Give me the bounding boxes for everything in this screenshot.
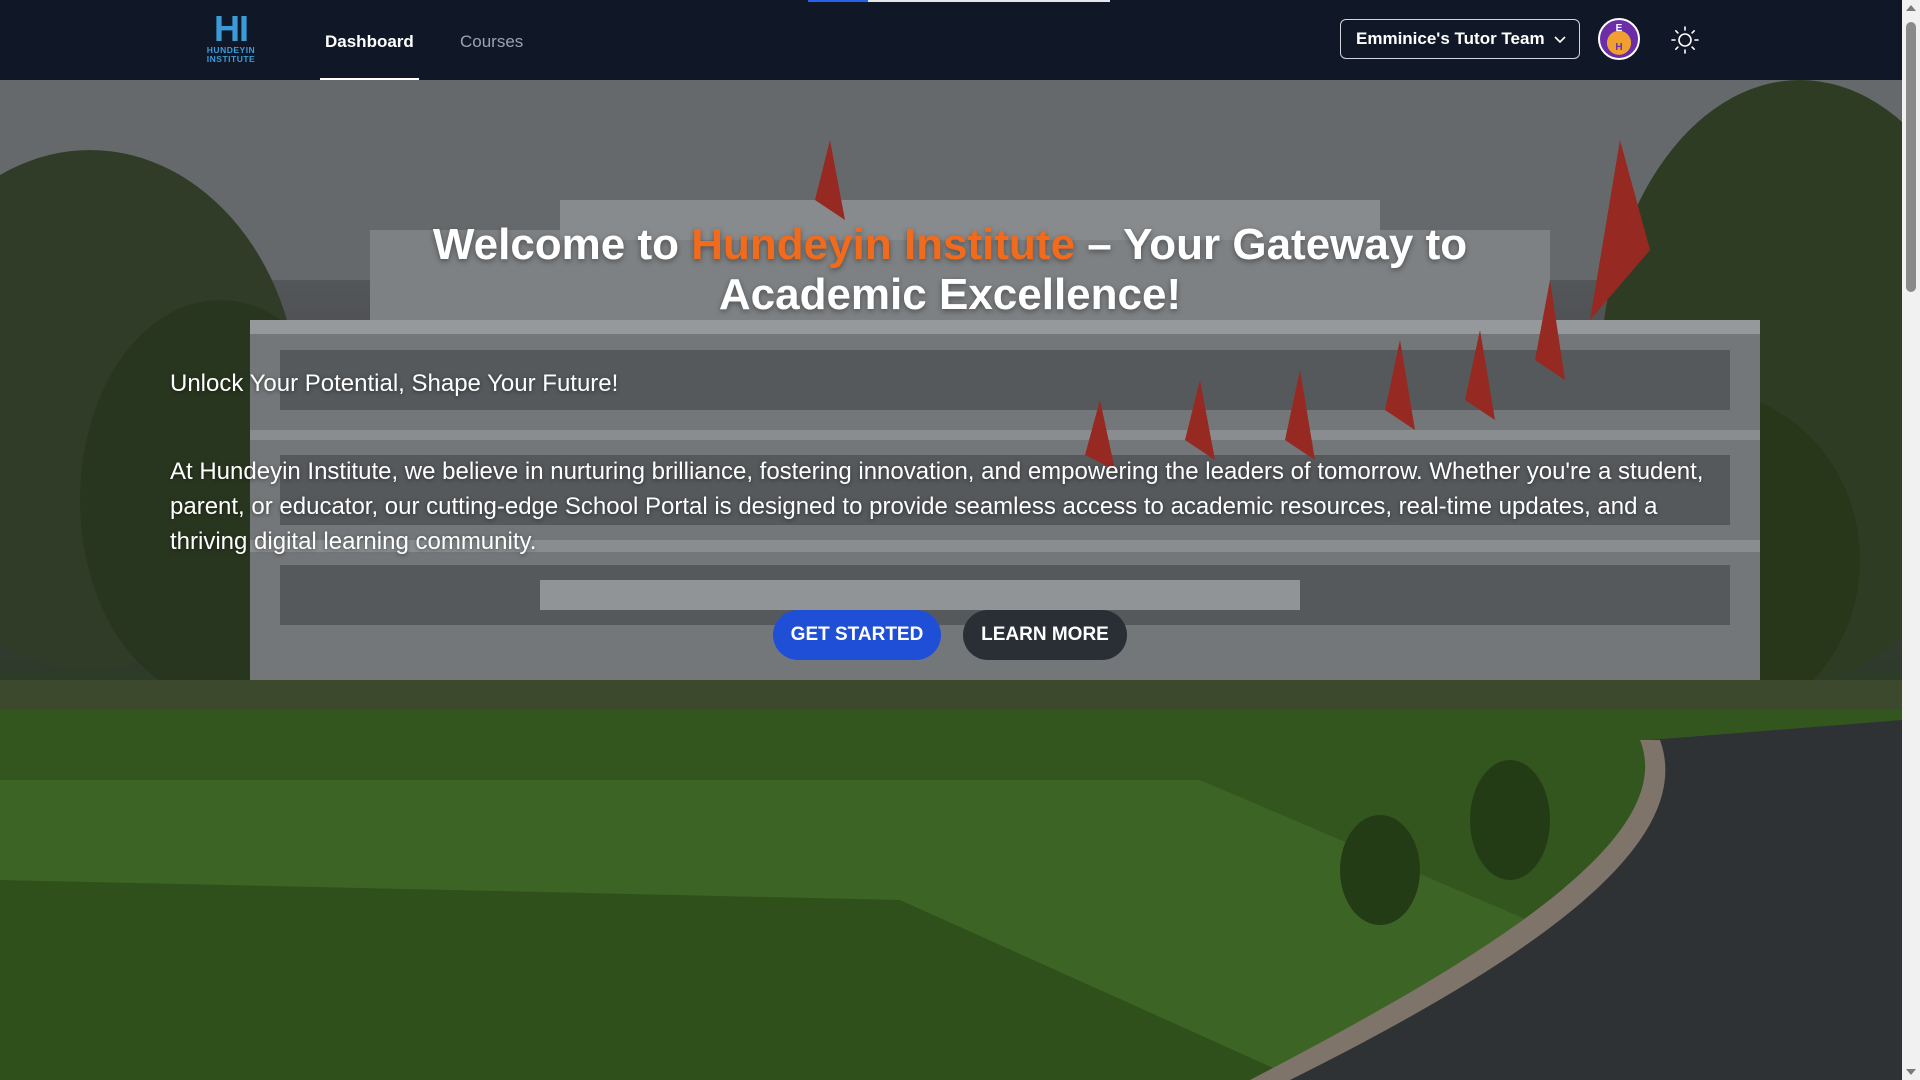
scroll-down-arrow-icon[interactable] (1906, 1069, 1916, 1075)
tab-dashboard[interactable]: Dashboard (320, 0, 419, 80)
hero-title-brand: Hundeyin Institute (691, 220, 1076, 269)
team-select-value: Emminice's Tutor Team (1356, 29, 1545, 48)
team-select[interactable]: Emminice's Tutor Team (1340, 19, 1580, 59)
sun-icon[interactable] (1670, 25, 1700, 55)
scroll-up-arrow-icon[interactable] (1906, 5, 1916, 11)
hero-subtitle: Unlock Your Potential, Shape Your Future… (170, 370, 619, 397)
avatar-initial-bottom: H (1615, 42, 1623, 53)
hero-title-prefix: Welcome to (432, 220, 692, 269)
hero-description: At Hundeyin Institute, we believe in nur… (170, 458, 1704, 555)
logo-text-line2: INSTITUTE (206, 54, 256, 64)
page-load-progress-fill (808, 0, 869, 2)
get-started-button[interactable]: GET STARTED (773, 610, 941, 660)
avatar-initial-top: E (1615, 23, 1623, 34)
logo-mark: HI (214, 8, 249, 49)
learn-more-button[interactable]: LEARN MORE (963, 610, 1127, 660)
hundeyin-logo[interactable]: HI HUNDEYIN INSTITUTE (200, 8, 262, 66)
tab-courses[interactable]: Courses (460, 0, 523, 80)
chevron-down-icon (1554, 36, 1566, 44)
top-navbar: HI HUNDEYIN INSTITUTE Dashboard Courses … (0, 0, 1902, 80)
page-load-progress (808, 0, 1110, 2)
page-scrollbar[interactable] (1902, 0, 1920, 1080)
hero-title: Welcome to Hundeyin Institute – Your Gat… (380, 220, 1520, 320)
scrollbar-thumb[interactable] (1906, 22, 1916, 292)
avatar[interactable]: E H (1598, 18, 1640, 60)
hero-section: Welcome to Hundeyin Institute – Your Gat… (0, 80, 1902, 1080)
